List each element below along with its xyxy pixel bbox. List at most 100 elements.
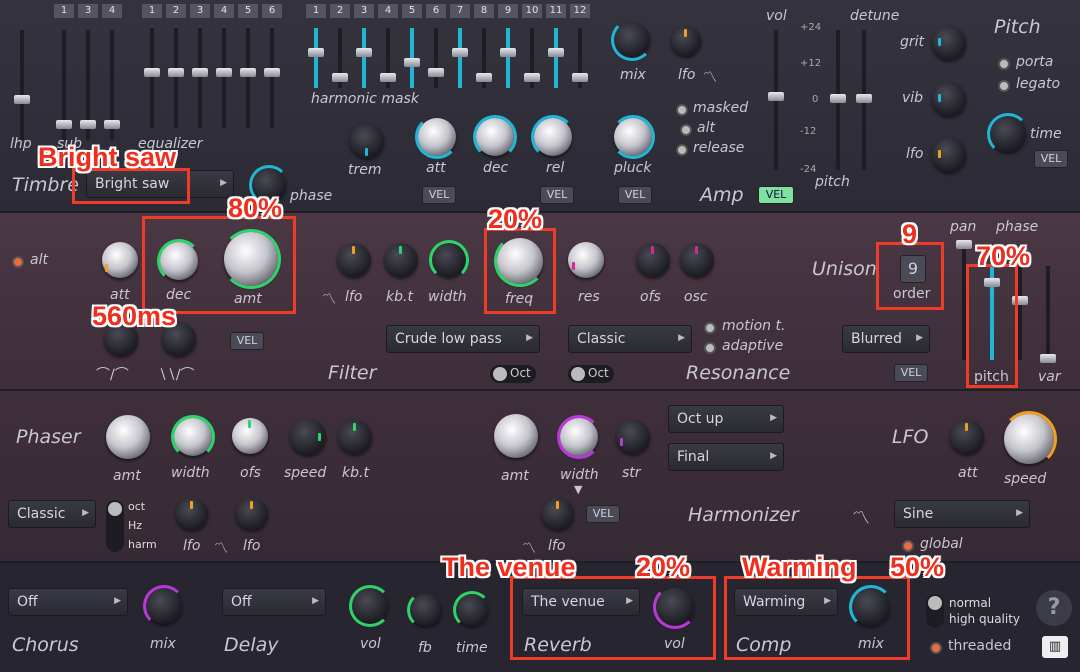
motion-radio[interactable] bbox=[704, 322, 716, 334]
lhp-slider[interactable] bbox=[14, 30, 30, 140]
filter-width-knob[interactable] bbox=[429, 240, 469, 280]
eq-tab[interactable]: 1 bbox=[142, 4, 162, 18]
piano-icon[interactable]: ▥ bbox=[1042, 636, 1068, 658]
slider-handle[interactable] bbox=[104, 120, 120, 129]
harmonic-slider[interactable] bbox=[356, 28, 372, 88]
filter-att-knob[interactable] bbox=[102, 242, 138, 278]
amp-att-vel-button[interactable]: VEL bbox=[422, 186, 456, 204]
phaser-width-knob[interactable] bbox=[171, 415, 215, 459]
filter-res-knob[interactable] bbox=[568, 242, 604, 278]
eq-tab[interactable]: 6 bbox=[262, 4, 282, 18]
slider-handle[interactable] bbox=[500, 48, 516, 57]
eq-slider[interactable] bbox=[264, 28, 280, 128]
harmonic-lfo-knob[interactable] bbox=[671, 26, 701, 56]
slider-handle[interactable] bbox=[428, 68, 444, 77]
slider-handle[interactable] bbox=[452, 48, 468, 57]
eq-tab[interactable]: 3 bbox=[78, 4, 98, 18]
filter-oct-toggle[interactable]: Oct bbox=[490, 365, 536, 383]
harmonic-slider[interactable] bbox=[404, 28, 420, 88]
vol-slider[interactable] bbox=[768, 30, 784, 170]
harmonic-tab[interactable]: 2 bbox=[330, 4, 350, 18]
harmonic-tab[interactable]: 7 bbox=[450, 4, 470, 18]
harmonizer-vel-button[interactable]: VEL bbox=[586, 505, 620, 523]
slider-handle[interactable] bbox=[572, 73, 588, 82]
slider-handle[interactable] bbox=[308, 48, 324, 57]
pitch-lfo-knob[interactable] bbox=[932, 138, 966, 172]
harmonic-tab[interactable]: 9 bbox=[498, 4, 518, 18]
amp-att-knob[interactable] bbox=[415, 115, 459, 159]
slider-handle[interactable] bbox=[956, 240, 972, 249]
eq-slider[interactable] bbox=[216, 28, 232, 128]
phaser-ofs-knob[interactable] bbox=[232, 418, 268, 454]
var-slider[interactable] bbox=[1040, 266, 1056, 363]
trem-knob[interactable] bbox=[350, 124, 384, 158]
harmonic-slider[interactable] bbox=[452, 28, 468, 88]
harmonizer-lfo-knob[interactable] bbox=[542, 498, 574, 530]
slider-handle[interactable] bbox=[216, 68, 232, 77]
filter-kbt-knob[interactable] bbox=[384, 243, 418, 277]
pitch-slider[interactable] bbox=[830, 30, 846, 170]
harmonic-tab[interactable]: 11 bbox=[546, 4, 566, 18]
masked-radio[interactable] bbox=[676, 104, 688, 116]
phaser-kbt-knob[interactable] bbox=[338, 420, 372, 454]
slider-handle[interactable] bbox=[380, 73, 396, 82]
filter-osc-knob[interactable] bbox=[680, 243, 714, 277]
harmonic-slider[interactable] bbox=[476, 28, 492, 88]
slider-handle[interactable] bbox=[240, 68, 256, 77]
sub-slider-1[interactable] bbox=[56, 30, 72, 140]
filter-ofs-knob[interactable] bbox=[636, 243, 670, 277]
harmonic-tab[interactable]: 8 bbox=[474, 4, 494, 18]
legato-radio[interactable] bbox=[998, 80, 1010, 92]
harmonizer-select-2[interactable]: Final ▶ bbox=[668, 443, 784, 471]
amp-dec-knob[interactable] bbox=[473, 115, 517, 159]
slider-handle[interactable] bbox=[404, 58, 420, 67]
eq-slider[interactable] bbox=[192, 28, 208, 128]
harmonic-slider[interactable] bbox=[332, 28, 348, 88]
slider-handle[interactable] bbox=[168, 68, 184, 77]
slider-handle[interactable] bbox=[80, 120, 96, 129]
help-button[interactable]: ? bbox=[1036, 590, 1072, 626]
slider-handle[interactable] bbox=[856, 94, 872, 103]
sub-slider-2[interactable] bbox=[80, 30, 96, 140]
filter-vel-button[interactable]: VEL bbox=[230, 332, 264, 350]
eq-tab[interactable]: 1 bbox=[54, 4, 74, 18]
unison-phase-slider[interactable] bbox=[1012, 266, 1028, 360]
eq-slider[interactable] bbox=[168, 28, 184, 128]
delay-time-knob[interactable] bbox=[453, 591, 491, 629]
eq-tab[interactable]: 4 bbox=[102, 4, 122, 18]
filter-lfo-knob[interactable] bbox=[337, 243, 371, 277]
portamento-time-knob[interactable] bbox=[987, 113, 1029, 155]
harmonizer-select-1[interactable]: Oct up ▶ bbox=[668, 405, 784, 433]
lfo-att-knob[interactable] bbox=[950, 420, 984, 454]
harmonic-tab[interactable]: 5 bbox=[402, 4, 422, 18]
harmonic-mix-knob[interactable] bbox=[611, 19, 653, 61]
unison-blur-select[interactable]: Blurred ▶ bbox=[842, 325, 930, 353]
slider-handle[interactable] bbox=[476, 73, 492, 82]
adaptive-radio[interactable] bbox=[704, 342, 716, 354]
filter-alt-radio[interactable] bbox=[12, 256, 24, 268]
harmonizer-width-knob[interactable] bbox=[557, 415, 601, 459]
harmonic-tab[interactable]: 1 bbox=[306, 4, 326, 18]
slider-handle[interactable] bbox=[264, 68, 280, 77]
slider-handle[interactable] bbox=[332, 73, 348, 82]
slider-handle[interactable] bbox=[768, 92, 784, 101]
harmonic-slider[interactable] bbox=[428, 28, 444, 88]
lfo-shape-select[interactable]: Sine ▶ bbox=[894, 500, 1030, 528]
slider-handle[interactable] bbox=[192, 68, 208, 77]
harmonic-slider[interactable] bbox=[500, 28, 516, 88]
harmonic-tab[interactable]: 3 bbox=[354, 4, 374, 18]
slider-handle[interactable] bbox=[14, 95, 30, 104]
eq-tab[interactable]: 4 bbox=[214, 4, 234, 18]
eq-tab[interactable]: 2 bbox=[166, 4, 186, 18]
amp-pluck-knob[interactable] bbox=[611, 115, 655, 159]
phaser-lfo-knob-2[interactable] bbox=[236, 498, 268, 530]
harmonic-tab[interactable]: 4 bbox=[378, 4, 398, 18]
grit-knob[interactable] bbox=[932, 26, 966, 60]
chorus-mix-knob[interactable] bbox=[143, 585, 185, 627]
amp-rel-vel-button[interactable]: VEL bbox=[540, 186, 574, 204]
eq-tab[interactable]: 3 bbox=[190, 4, 210, 18]
resonance-type-select[interactable]: Classic ▶ bbox=[568, 325, 692, 353]
threaded-radio[interactable] bbox=[930, 642, 942, 654]
slider-handle[interactable] bbox=[1040, 354, 1056, 363]
pitch-vel-button[interactable]: VEL bbox=[1034, 150, 1068, 168]
